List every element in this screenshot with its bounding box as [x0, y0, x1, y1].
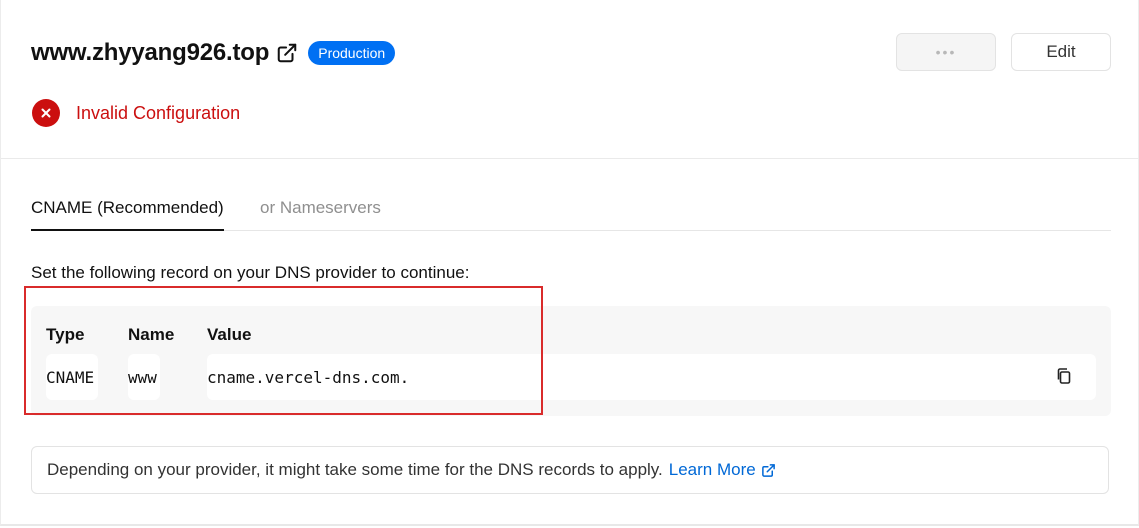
edit-button[interactable]: Edit	[1011, 33, 1111, 71]
status-text: Invalid Configuration	[76, 102, 241, 123]
domain-name[interactable]: www.zhyyang926.top	[31, 39, 269, 67]
copy-icon[interactable]	[1054, 366, 1076, 388]
external-link-icon[interactable]	[276, 42, 298, 64]
record-value-cell: cname.vercel-dns.com.	[207, 354, 1096, 400]
config-status: Invalid Configuration	[32, 99, 240, 127]
record-type-tabs: CNAME (Recommended) or Nameservers	[31, 190, 1111, 231]
note-text: Depending on your provider, it might tak…	[47, 460, 663, 479]
column-header-name: Name	[128, 325, 175, 344]
dns-record-table: Type Name Value CNAME www cname.vercel-d…	[31, 306, 1111, 416]
external-link-icon	[761, 463, 775, 477]
learn-more-label[interactable]: Learn More	[669, 460, 756, 480]
propagation-note: Depending on your provider, it might tak…	[31, 446, 1109, 494]
record-name-cell: www	[128, 354, 160, 400]
column-header-type: Type	[46, 325, 85, 344]
x-circle-icon	[32, 99, 60, 127]
record-value[interactable]: cname.vercel-dns.com.	[207, 368, 409, 387]
domain-header: www.zhyyang926.top Production ••• Edit I…	[1, 0, 1139, 159]
record-name: www	[128, 367, 157, 387]
tab-cname[interactable]: CNAME (Recommended)	[31, 198, 224, 231]
dns-instructions: Set the following record on your DNS pro…	[31, 263, 470, 282]
tab-nameservers[interactable]: or Nameservers	[260, 198, 381, 229]
domain-title-row: www.zhyyang926.top Production	[31, 36, 396, 70]
record-type: CNAME	[46, 367, 95, 387]
environment-badge: Production	[308, 41, 396, 65]
learn-more-link[interactable]: Learn More	[669, 460, 776, 480]
domain-card: www.zhyyang926.top Production ••• Edit I…	[0, 0, 1139, 526]
more-options-button[interactable]: •••	[896, 33, 996, 71]
record-type-cell: CNAME	[46, 354, 98, 400]
column-header-value: Value	[207, 325, 252, 344]
